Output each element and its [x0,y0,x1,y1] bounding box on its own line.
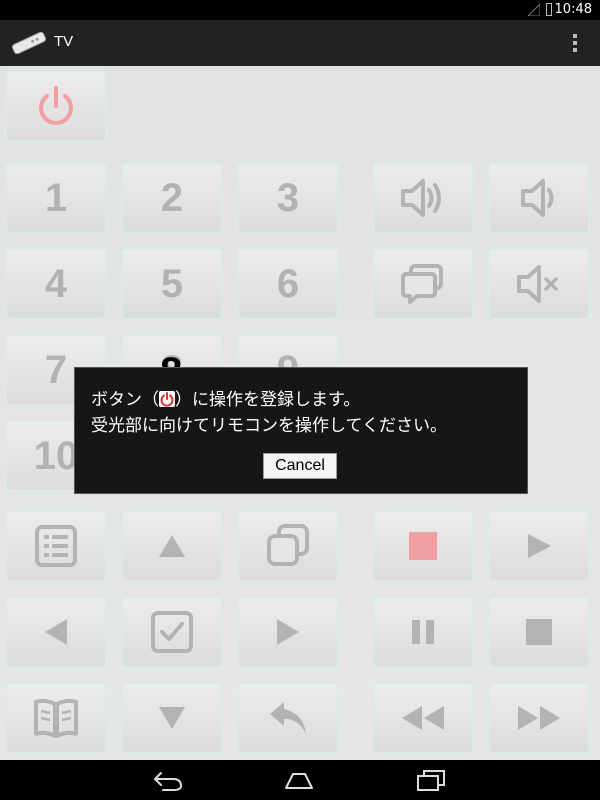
dialog-text-after: ）に操作を登録します。 [175,390,361,410]
arrow-right-icon [277,619,299,645]
number-label: 4 [44,261,68,306]
ok-button[interactable] [121,596,223,668]
number-5-button[interactable]: 5 [121,248,223,320]
status-bar: 10:48 [0,0,600,20]
mute-button[interactable] [488,248,590,320]
multi-screen-icon [267,524,309,566]
volume-up-button[interactable] [372,162,474,234]
rewind-icon [402,706,444,730]
page-title: TV [54,33,74,50]
action-bar: TV [0,20,600,66]
recent-apps-nav-icon[interactable] [414,768,448,792]
battery-icon [546,3,552,16]
pause-icon [412,620,434,644]
volume-down-icon [521,179,554,217]
navigation-bar [0,760,600,800]
input-select-button[interactable] [372,248,474,320]
number-4-button[interactable]: 4 [5,248,107,320]
number-3-button[interactable]: 3 [237,162,339,234]
check-box-icon [151,611,193,653]
play-icon [528,534,551,558]
number-label: 3 [276,175,300,220]
play-button[interactable] [488,510,590,582]
dialog-text-before: ボタン（ [91,390,159,410]
number-6-button[interactable]: 6 [237,248,339,320]
record-square-icon [409,532,437,560]
signal-icon [528,4,540,16]
home-nav-icon[interactable] [282,768,316,792]
guide-button[interactable] [5,682,107,754]
status-time: 10:48 [554,2,592,17]
number-2-button[interactable]: 2 [121,162,223,234]
record-button[interactable] [372,510,474,582]
learn-dialog: ボタン（ ）に操作を登録します。 受光部に向けてリモコンを操作してください。 Ca… [74,367,528,494]
stop-icon [526,619,552,645]
fast-forward-button[interactable] [488,682,590,754]
left-button[interactable] [5,596,107,668]
number-label: 10 [33,433,79,478]
back-nav-icon[interactable] [151,768,185,792]
fast-forward-icon [518,706,560,730]
cancel-button[interactable]: Cancel [263,453,337,479]
number-label: 5 [160,261,184,306]
overflow-menu-icon[interactable] [572,33,578,53]
number-label: 6 [276,261,300,306]
dialog-message-line2: 受光部に向けてリモコンを操作してください。 [91,416,447,436]
mute-icon [517,265,558,303]
arrow-down-icon [159,707,185,729]
up-button[interactable] [121,510,223,582]
power-inline-icon [159,391,175,407]
menu-list-icon [35,525,77,567]
back-button[interactable] [237,682,339,754]
volume-down-button[interactable] [488,162,590,234]
multi-screen-button[interactable] [237,510,339,582]
power-icon [39,86,73,125]
menu-button[interactable] [5,510,107,582]
arrow-left-icon [45,619,67,645]
power-button[interactable] [5,70,107,142]
arrow-up-icon [159,535,185,557]
dialog-message-line1: ボタン（ ）に操作を登録します。 [91,385,360,410]
down-button[interactable] [121,682,223,754]
book-icon [34,698,78,738]
volume-up-icon [401,179,441,217]
right-button[interactable] [237,596,339,668]
number-label: 1 [44,175,68,220]
input-switch-icon [401,264,443,304]
back-arrow-icon [270,702,306,734]
rewind-button[interactable] [372,682,474,754]
number-label: 2 [160,175,184,220]
remote-control-app-icon [11,32,47,54]
number-label: 7 [44,347,68,392]
pause-button[interactable] [372,596,474,668]
stop-button[interactable] [488,596,590,668]
number-1-button[interactable]: 1 [5,162,107,234]
